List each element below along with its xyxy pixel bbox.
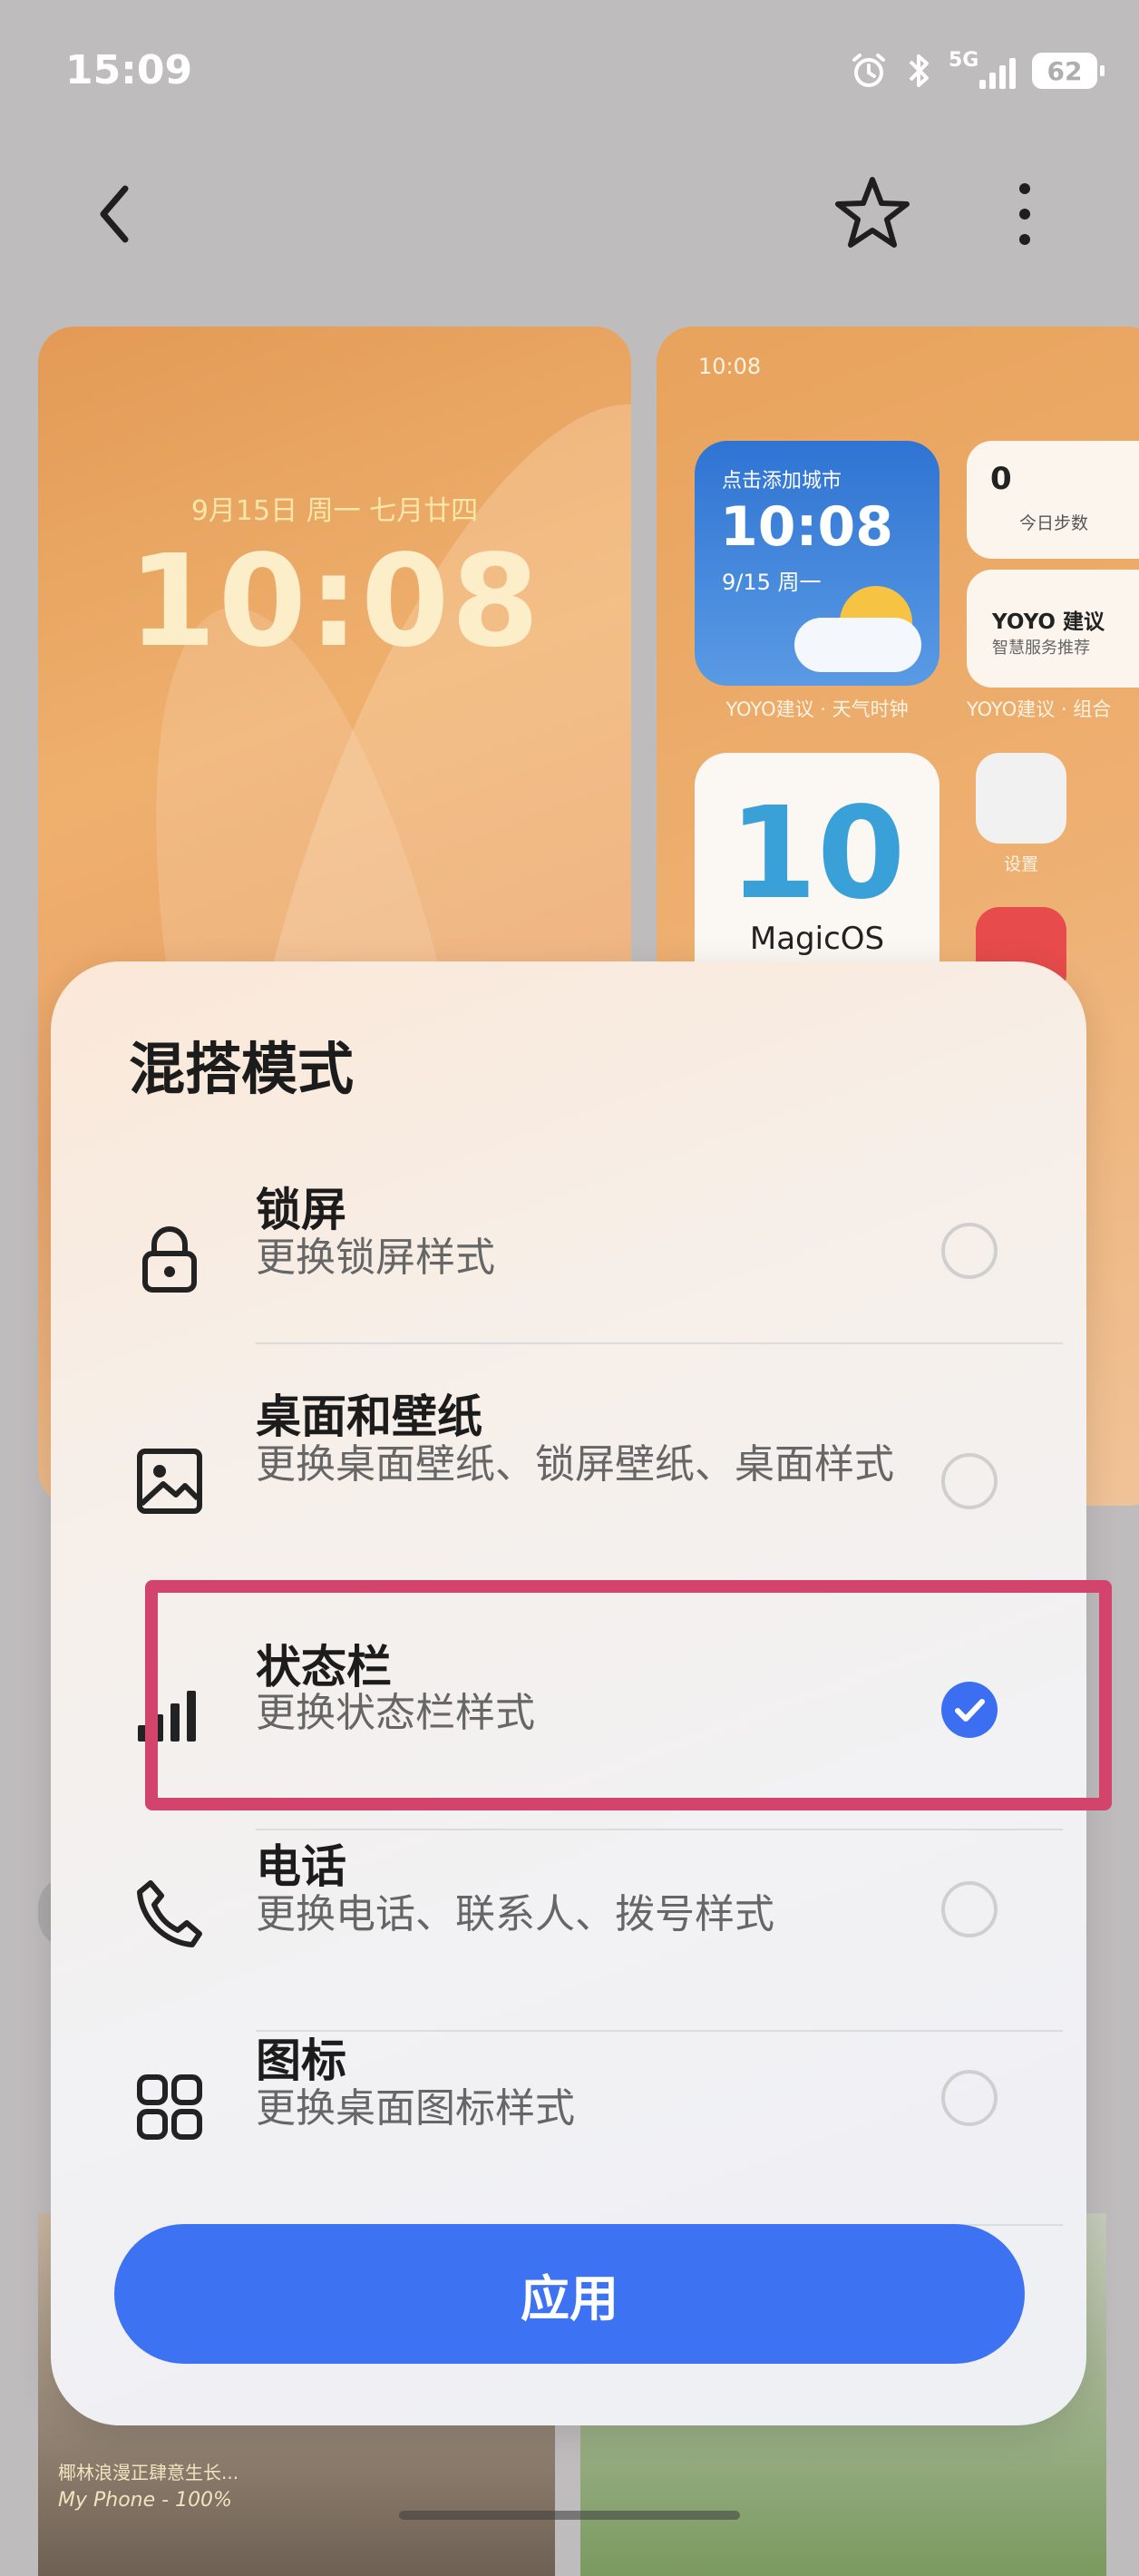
thumbnail-caption: 椰林浪漫正肆意生长... <box>58 2462 239 2483</box>
weather-time: 10:08 <box>720 495 893 559</box>
option-subtitle: 更换电话、联系人、拨号样式 <box>256 1891 774 1937</box>
back-icon[interactable] <box>87 178 141 250</box>
alarm-icon <box>852 54 885 87</box>
star-icon[interactable] <box>832 172 912 252</box>
option-subtitle: 更换锁屏样式 <box>256 1234 495 1281</box>
steps-widget: 0 今日步数 <box>967 441 1139 559</box>
option-subtitle: 更换桌面壁纸、锁屏壁纸、桌面样式 <box>256 1441 894 1488</box>
lock-date: 9月15日 周一 七月廿四 <box>190 495 479 527</box>
highlight-box <box>145 1580 1112 1810</box>
status-time: 15:09 <box>65 47 193 93</box>
option-lockscreen[interactable]: 锁屏 更换锁屏样式 <box>51 1161 1086 1379</box>
magic-label: MagicOS <box>749 921 885 957</box>
weather-caption: YOYO建议 · 天气时钟 <box>725 698 909 720</box>
radio-phone[interactable] <box>941 1881 998 1937</box>
settings-app-icon <box>976 753 1066 844</box>
phone-icon <box>137 1880 202 1947</box>
weather-date: 9/15 周一 <box>722 570 822 595</box>
more-icon[interactable] <box>998 178 1052 250</box>
network-type: 5G <box>949 49 979 72</box>
radio-icons[interactable] <box>941 2070 998 2126</box>
image-icon <box>137 1449 202 1514</box>
magic-number: 10 <box>728 780 906 928</box>
bluetooth-icon <box>909 54 929 87</box>
yoyo-title: YOYO 建议 <box>992 610 1105 634</box>
grid-icon <box>137 2074 202 2140</box>
sheet-title: 混搭模式 <box>129 1036 355 1102</box>
option-subtitle: 更换桌面图标样式 <box>256 2085 575 2132</box>
battery-level: 62 <box>1047 55 1083 86</box>
steps-label: 今日步数 <box>1019 513 1089 533</box>
steps-value: 0 <box>990 461 1012 497</box>
option-phone[interactable]: 电话 更换电话、联系人、拨号样式 <box>51 1830 1086 2032</box>
weather-city: 点击添加城市 <box>722 470 842 493</box>
yoyo-caption: YOYO建议 · 组合 <box>967 698 1112 720</box>
yoyo-widget: YOYO 建议 智慧服务推荐 <box>967 570 1139 688</box>
lock-icon <box>142 1226 197 1293</box>
yoyo-sub: 智慧服务推荐 <box>992 639 1090 658</box>
thumbnail-phone-label: My Phone - 100% <box>58 2489 232 2512</box>
status-icons: 5G 62 <box>849 47 1105 94</box>
radio-lockscreen[interactable] <box>941 1223 998 1279</box>
weather-widget: 点击添加城市 10:08 9/15 周一 <box>695 441 939 686</box>
option-icons[interactable]: 图标 更换桌面图标样式 <box>51 2025 1086 2226</box>
apply-button[interactable]: 应用 <box>114 2224 1025 2364</box>
home-time: 10:08 <box>698 354 762 379</box>
cloud-icon <box>794 618 921 672</box>
divider <box>256 1342 1063 1344</box>
status-bar: 15:09 5G 62 <box>0 0 1139 145</box>
signal-icon: 5G <box>949 49 1016 93</box>
settings-app-label: 设置 <box>1003 854 1038 874</box>
home-indicator[interactable] <box>399 2511 740 2520</box>
lock-time: 10:08 <box>128 528 541 676</box>
radio-desktop-wallpaper[interactable] <box>941 1453 998 1509</box>
battery-icon: 62 <box>1032 53 1105 89</box>
